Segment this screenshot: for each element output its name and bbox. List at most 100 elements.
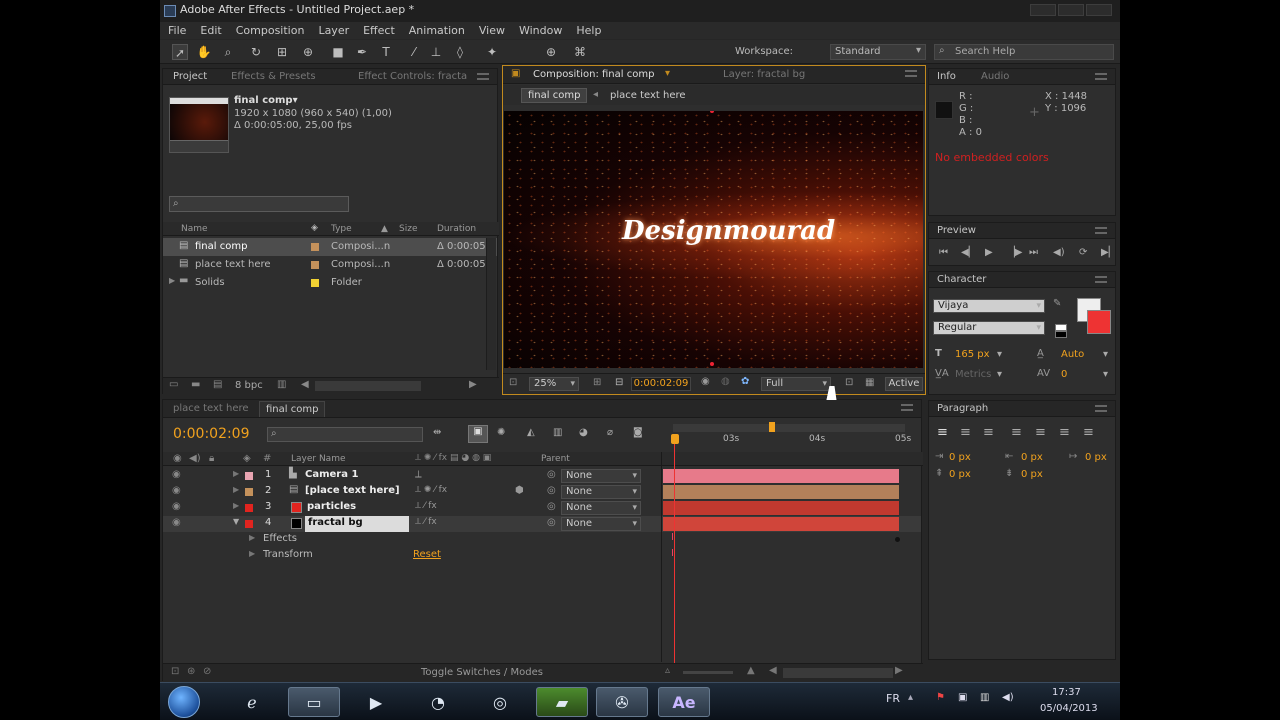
font-size-value[interactable]: 165 px — [955, 349, 990, 360]
maximize-button[interactable] — [1058, 4, 1084, 16]
action-center-flag-icon[interactable]: ⚑ — [936, 692, 945, 703]
breadcrumb-place-text-here[interactable]: place text here — [610, 90, 686, 101]
layer-name[interactable]: particles — [307, 501, 356, 512]
tab-layer-fractal-bg[interactable]: Layer: fractal bg — [723, 69, 805, 80]
comp-lock-icon[interactable]: ▣ — [511, 68, 520, 79]
puppet-pin-tool-icon[interactable]: ✦ — [484, 44, 500, 60]
zoom-slider[interactable] — [683, 671, 733, 674]
frame-blending-icon[interactable]: ▥ — [553, 427, 562, 438]
chevron-down-icon[interactable]: ▾ — [1103, 349, 1108, 360]
interpret-footage-icon[interactable]: ▭ — [169, 379, 178, 390]
panel-menu-icon[interactable] — [1095, 405, 1107, 412]
column-name[interactable]: Name — [181, 224, 208, 234]
resolution-select[interactable]: Full — [761, 377, 831, 391]
chevron-down-icon[interactable]: ▾ — [997, 369, 1002, 380]
parent-select[interactable]: None — [561, 469, 641, 483]
project-item-final-comp[interactable]: ▤ final comp Composi...n Δ 0:00:05 — [163, 238, 497, 256]
loop-icon[interactable]: ⟳ — [1079, 247, 1087, 258]
black-swatch[interactable] — [1055, 331, 1067, 338]
tab-timeline-place-text-here[interactable]: place text here — [173, 403, 249, 414]
hand-tool-icon[interactable]: ✋ — [196, 44, 212, 60]
magnification-select[interactable]: 25% — [529, 377, 579, 391]
motion-blur-icon[interactable]: ◕ — [579, 427, 588, 438]
file-explorer-icon[interactable]: ▭ — [288, 687, 340, 717]
label-color-swatch[interactable] — [311, 279, 319, 287]
scroll-left-icon[interactable]: ◀ — [769, 665, 777, 676]
label-color-swatch[interactable] — [245, 520, 253, 528]
zoom-in-icon[interactable]: ▲ — [747, 665, 755, 676]
tab-effects-presets[interactable]: Effects & Presets — [231, 71, 316, 82]
horizontal-scrollbar[interactable] — [315, 381, 421, 391]
zoom-out-icon[interactable]: ▵ — [665, 665, 670, 676]
chevron-down-icon[interactable]: ▾ — [665, 68, 670, 79]
project-item-solids[interactable]: ▶ ▬ Solids Folder — [163, 274, 497, 292]
selection-tool-icon[interactable]: ➚ — [172, 44, 188, 60]
column-type[interactable]: Type — [331, 224, 352, 234]
live-update-icon[interactable]: ▣ — [468, 425, 488, 443]
internet-explorer-icon[interactable]: ℯ — [226, 687, 278, 717]
project-scrollbar[interactable] — [486, 238, 496, 370]
work-area-end-handle[interactable] — [769, 422, 775, 432]
mask-visibility-icon[interactable]: ⊟ — [615, 377, 623, 388]
minimize-button[interactable] — [1030, 4, 1056, 16]
layer-row-4[interactable]: ◉ ▼ 4 fractal bg ⟂ ⁄ fx ◎ None — [163, 516, 921, 532]
hide-shy-layers-icon[interactable]: ◭ — [527, 427, 535, 438]
in-out-pane-icon[interactable]: ⊘ — [203, 666, 211, 677]
scroll-right-icon[interactable]: ▶ — [469, 379, 477, 390]
column-size[interactable]: Size — [399, 224, 417, 234]
transparency-grid-icon[interactable]: ▦ — [865, 377, 874, 388]
chevron-down-icon[interactable]: ▾ — [997, 349, 1002, 360]
timeline-scrollbar[interactable] — [783, 668, 893, 678]
menu-help[interactable]: Help — [576, 24, 601, 37]
layer-name[interactable]: [place text here] — [305, 485, 400, 496]
show-hidden-icons-icon[interactable]: ▴ — [908, 692, 913, 703]
menu-layer[interactable]: Layer — [318, 24, 349, 37]
pick-whip-icon[interactable]: ◎ — [547, 485, 556, 496]
brainstorm-icon[interactable]: ⌀ — [607, 427, 613, 438]
space-after-value[interactable]: 0 px — [1021, 469, 1043, 480]
menu-edit[interactable]: Edit — [200, 24, 221, 37]
first-frame-icon[interactable]: ⏮ — [939, 247, 948, 258]
reset-link[interactable]: Reset — [413, 549, 441, 560]
panel-menu-icon[interactable] — [901, 404, 913, 411]
region-of-interest-icon[interactable]: ⊡ — [845, 377, 853, 388]
local-axis-icon[interactable]: ⊕ — [543, 44, 559, 60]
layer-switches-pane-icon[interactable]: ⊡ — [171, 666, 179, 677]
new-folder-icon[interactable]: ▬ — [191, 379, 200, 390]
rotate-tool-icon[interactable]: ↻ — [248, 44, 264, 60]
camera-tool-icon[interactable]: ⊞ — [274, 44, 290, 60]
layer-switches-icon[interactable]: ⟂ ⁄ fx — [415, 517, 437, 527]
graph-editor-icon[interactable]: ◙ — [633, 427, 643, 438]
previous-frame-icon[interactable]: ◀▏ — [961, 247, 976, 258]
leading-value[interactable]: Auto — [1061, 349, 1084, 360]
volume-icon[interactable]: ◀) — [1002, 692, 1014, 703]
scroll-left-icon[interactable]: ◀ — [301, 379, 309, 390]
menu-effect[interactable]: Effect — [363, 24, 395, 37]
tab-preview[interactable]: Preview — [937, 225, 976, 236]
after-effects-taskbar-icon[interactable]: Ae — [658, 687, 710, 717]
eraser-tool-icon[interactable]: ◊ — [452, 44, 468, 60]
stroke-color-swatch[interactable] — [1087, 310, 1111, 334]
space-before-value[interactable]: 0 px — [949, 469, 971, 480]
layer-name[interactable]: Camera 1 — [305, 469, 358, 480]
pen-tool-icon[interactable]: ✒ — [354, 44, 370, 60]
media-player-icon[interactable]: ▶ — [350, 687, 402, 717]
parent-select[interactable]: None — [561, 485, 641, 499]
panel-menu-icon[interactable] — [905, 70, 917, 77]
column-layer-name[interactable]: Layer Name — [291, 454, 346, 464]
comp-timecode[interactable]: 0:00:02:09 — [631, 377, 691, 391]
tab-timeline-final-comp[interactable]: final comp — [259, 401, 326, 417]
tab-audio[interactable]: Audio — [981, 71, 1009, 82]
trash-icon[interactable]: ▥ — [277, 379, 286, 390]
next-frame-icon[interactable]: ▕▶ — [1007, 247, 1022, 258]
indent-right-value[interactable]: 0 px — [1021, 452, 1043, 463]
parent-select[interactable]: None — [561, 501, 641, 515]
indent-left-value[interactable]: 0 px — [949, 452, 971, 463]
composition-viewer[interactable]: Designmourad — [504, 111, 923, 368]
menu-view[interactable]: View — [479, 24, 505, 37]
search-help-input[interactable]: ⌕ Search Help — [934, 44, 1114, 60]
label-color-swatch[interactable] — [311, 261, 319, 269]
brush-tool-icon[interactable]: ⁄ — [406, 44, 422, 60]
label-color-swatch[interactable] — [245, 488, 253, 496]
menu-window[interactable]: Window — [519, 24, 562, 37]
